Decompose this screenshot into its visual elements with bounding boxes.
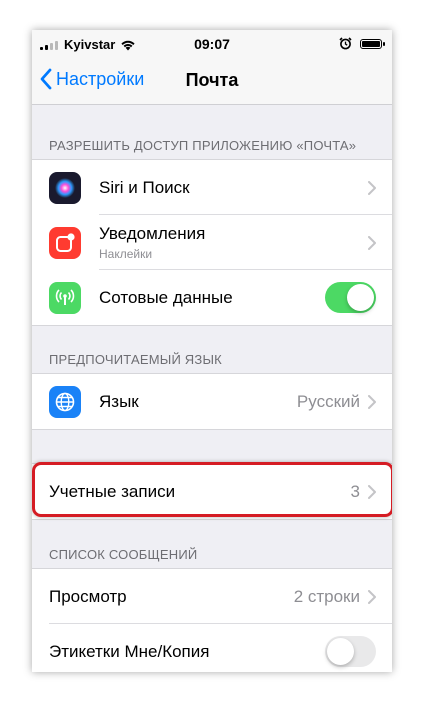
to-cc-labels-toggle[interactable] (325, 636, 376, 667)
cellular-data-label: Сотовые данные (99, 287, 233, 307)
section-header-language: ПРЕДПОЧИТАЕМЫЙ ЯЗЫК (49, 352, 222, 367)
battery-icon (360, 38, 385, 49)
chevron-right-icon (368, 394, 376, 409)
globe-icon (49, 385, 81, 418)
to-cc-labels-label: Этикетки Мне/Копия (49, 641, 210, 661)
chevron-right-icon (368, 589, 376, 604)
accounts-count: 3 (350, 481, 360, 501)
language-label: Язык (99, 391, 139, 411)
language-value: Русский (296, 391, 360, 411)
section-header-messages: СПИСОК СООБЩЕНИЙ (49, 547, 198, 562)
messages-group: Просмотр 2 строки Этикетки Мне/Копия (32, 568, 392, 672)
siri-icon (49, 171, 81, 204)
chevron-right-icon (368, 180, 376, 195)
language-group: Язык Русский (32, 373, 392, 430)
notifications-icon (49, 226, 81, 259)
accounts-group: Учетные записи 3 (32, 463, 392, 520)
language-row[interactable]: Язык Русский (32, 374, 392, 429)
chevron-right-icon (368, 235, 376, 250)
accounts-row[interactable]: Учетные записи 3 (32, 464, 392, 519)
cellular-data-toggle[interactable] (325, 282, 376, 313)
cellular-data-row: Сотовые данные (32, 270, 392, 325)
notifications-row[interactable]: Уведомления Наклейки (32, 215, 392, 270)
cellular-antenna-icon (49, 281, 81, 314)
chevron-left-icon (40, 68, 52, 90)
access-group: Siri и Поиск Уведомления Наклейки Сотовы… (32, 159, 392, 326)
siri-search-label: Siri и Поиск (99, 177, 190, 197)
section-header-access: РАЗРЕШИТЬ ДОСТУП ПРИЛОЖЕНИЮ «ПОЧТА» (49, 138, 357, 153)
navigation-bar: Настройки Почта (32, 58, 392, 105)
preview-row[interactable]: Просмотр 2 строки (32, 569, 392, 624)
preview-label: Просмотр (49, 586, 127, 606)
accounts-label: Учетные записи (49, 481, 176, 501)
siri-search-row[interactable]: Siri и Поиск (32, 160, 392, 215)
notifications-label: Уведомления (99, 224, 206, 243)
status-bar: Kyivstar 09:07 (32, 30, 392, 58)
back-button-label: Настройки (56, 68, 145, 89)
to-cc-labels-row: Этикетки Мне/Копия (32, 624, 392, 672)
status-time: 09:07 (194, 36, 230, 52)
phone-screen: Kyivstar 09:07 Настройки Почта РАЗРЕШИТЬ… (32, 30, 392, 672)
chevron-right-icon (368, 484, 376, 499)
preview-value: 2 строки (293, 586, 360, 606)
back-button[interactable]: Настройки (40, 68, 144, 90)
alarm-icon (339, 37, 352, 50)
notifications-sublabel: Наклейки (99, 247, 153, 261)
